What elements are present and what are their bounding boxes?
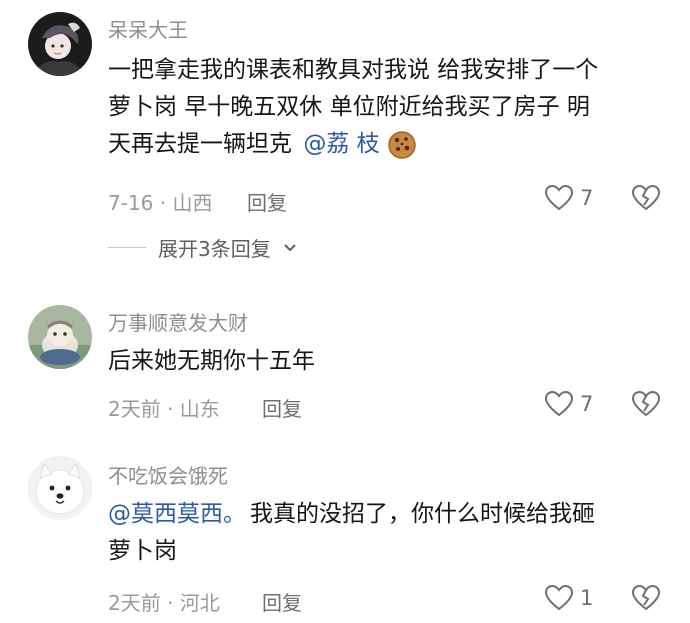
like-button[interactable]: 7	[544, 390, 593, 418]
comment-item-3: 不吃饭会饿死 @莫西莫西。 我真的没招了，你什么时候给我砸 萝卜岗 2天前 · 河…	[0, 450, 690, 623]
dislike-button[interactable]	[631, 390, 661, 418]
broken-heart-icon	[631, 584, 661, 611]
heart-icon	[544, 390, 574, 417]
user-avatar[interactable]	[28, 305, 92, 369]
dislike-button[interactable]	[631, 584, 661, 612]
comment-item-2: 万事顺意发大财 后来她无期你十五年 2天前 · 山东 回复 7	[0, 295, 690, 435]
like-count: 7	[580, 392, 594, 416]
like-button[interactable]: 1	[544, 584, 593, 612]
heart-icon	[544, 584, 574, 611]
mention-link[interactable]: @荔 枝	[303, 126, 379, 163]
broken-heart-icon	[631, 184, 661, 211]
comment-text: 我真的没招了，你什么时候给我砸	[250, 501, 595, 527]
divider	[108, 247, 146, 248]
comment-meta: 2天前 · 山东	[108, 397, 220, 421]
expand-replies-label: 展开3条回复	[158, 237, 271, 261]
comment-username[interactable]: 不吃饭会饿死	[108, 460, 228, 489]
comment-text-line: 萝卜岗 早十晚五双休 单位附近给我买了房子 明	[108, 94, 590, 120]
cookie-emoji-icon	[387, 130, 416, 159]
like-count: 1	[580, 586, 594, 610]
heart-icon	[544, 184, 574, 211]
comment-content: @莫西莫西。 我真的没招了，你什么时候给我砸 萝卜岗	[108, 496, 664, 570]
comment-text-line: 天再去提一辆坦克 @荔 枝	[108, 126, 664, 163]
reply-button[interactable]: 回复	[262, 587, 302, 616]
chevron-down-icon	[284, 243, 296, 251]
comment-meta: 2天前 · 河北	[108, 591, 220, 615]
samoyed-dog-avatar-icon	[28, 456, 92, 520]
comment-text-line: 萝卜岗	[108, 538, 177, 564]
mention-link[interactable]: @莫西莫西。	[108, 501, 246, 527]
cartoon-avatar-icon	[28, 305, 92, 369]
comment-text-line: @莫西莫西。 我真的没招了，你什么时候给我砸	[108, 496, 664, 533]
comment-meta: 7-16 · 山西	[108, 191, 213, 215]
comment-text-line: 一把拿走我的课表和教具对我说 给我安排了一个	[108, 57, 599, 83]
reply-button[interactable]: 回复	[247, 187, 287, 216]
comment-content: 后来她无期你十五年	[108, 343, 664, 380]
dislike-button[interactable]	[631, 184, 661, 212]
comment-text: 天再去提一辆坦克	[108, 131, 300, 157]
girl-avatar-icon	[28, 12, 92, 76]
user-avatar[interactable]	[28, 12, 92, 76]
user-avatar[interactable]	[28, 456, 92, 520]
broken-heart-icon	[631, 390, 661, 417]
comment-content: 一把拿走我的课表和教具对我说 给我安排了一个 萝卜岗 早十晚五双休 单位附近给我…	[108, 52, 664, 163]
comment-username[interactable]: 呆呆大王	[108, 14, 188, 43]
like-button[interactable]: 7	[544, 184, 593, 212]
comment-item-1: 呆呆大王 一把拿走我的课表和教具对我说 给我安排了一个 萝卜岗 早十晚五双休 单…	[0, 0, 690, 270]
expand-replies-button[interactable]: 展开3条回复	[108, 233, 297, 262]
comment-username[interactable]: 万事顺意发大财	[108, 307, 248, 336]
like-count: 7	[580, 186, 594, 210]
reply-button[interactable]: 回复	[262, 393, 302, 422]
comment-text-line: 后来她无期你十五年	[108, 348, 315, 374]
